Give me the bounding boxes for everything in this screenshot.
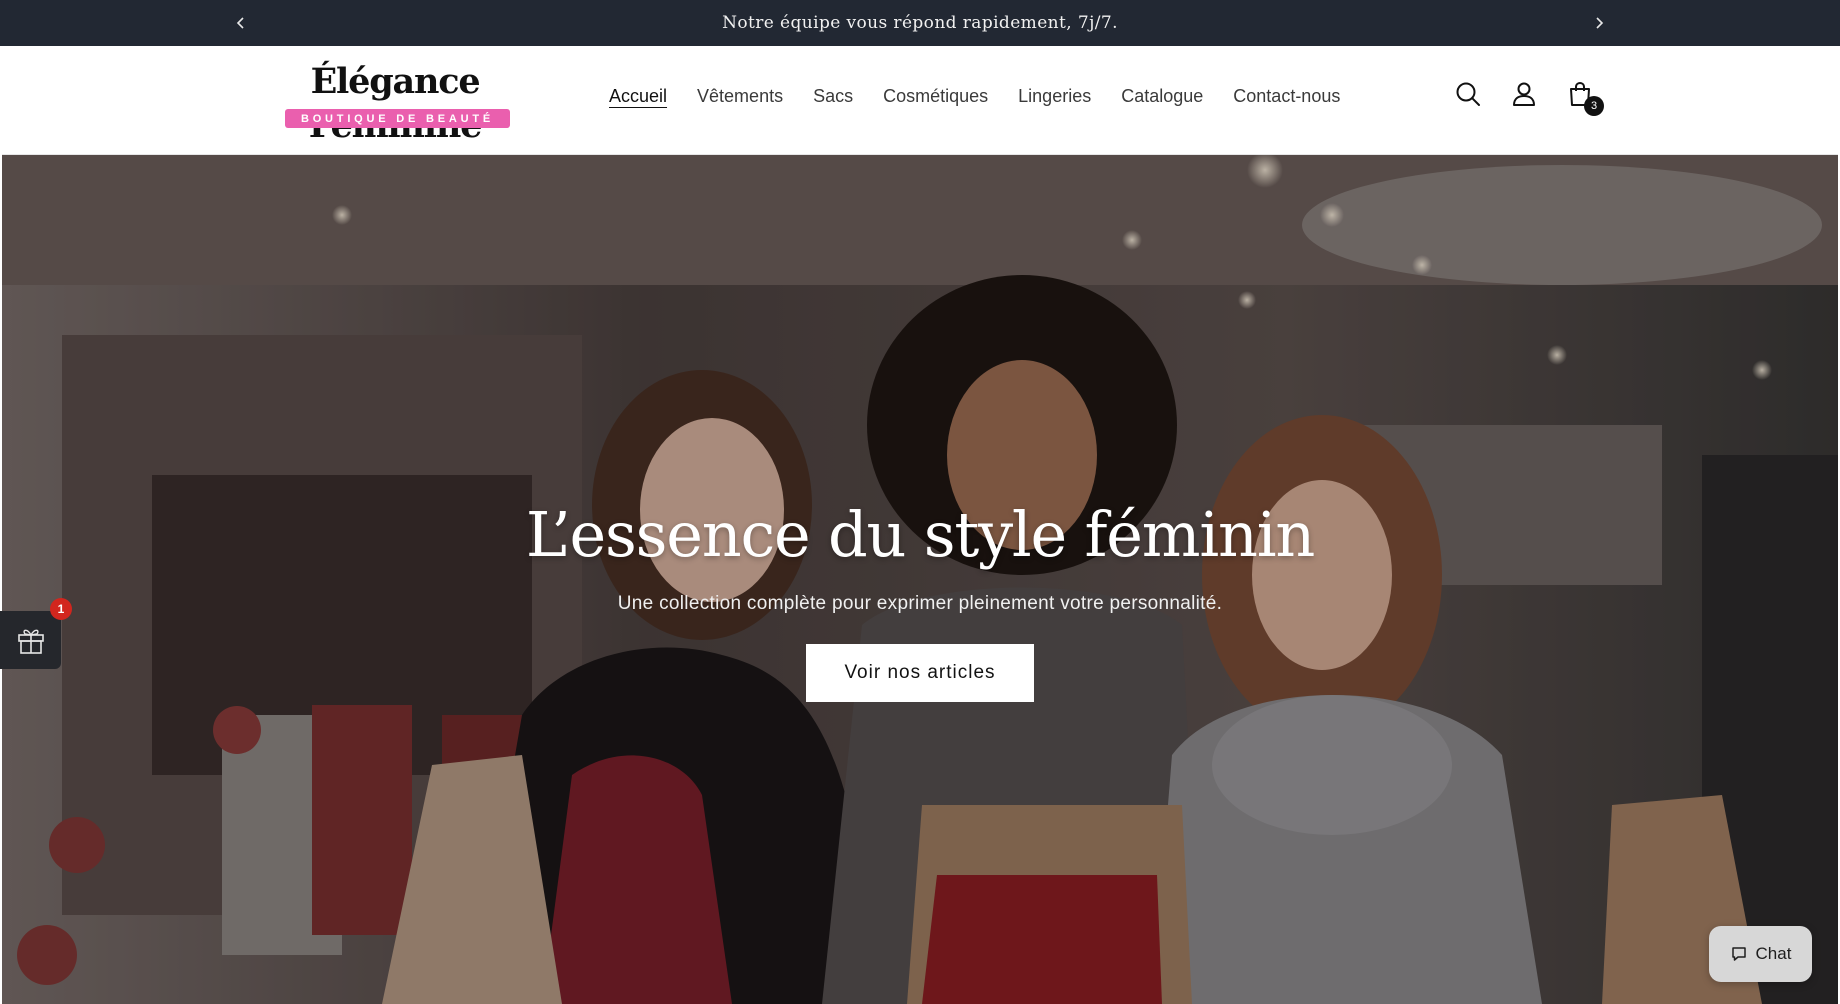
hero-content: L’essence du style féminin Une collectio… xyxy=(2,495,1838,702)
nav-item-sacs[interactable]: Sacs xyxy=(798,82,868,110)
gift-notification-badge: 1 xyxy=(50,598,72,620)
hero-title: L’essence du style féminin xyxy=(525,498,1315,571)
site-logo[interactable]: Élégance Féminine BOUTIQUE DE BEAUTÉ xyxy=(240,60,550,146)
chevron-right-icon xyxy=(1596,17,1604,29)
cart-count-badge: 3 xyxy=(1584,96,1604,116)
nav-item-contact[interactable]: Contact-nous xyxy=(1218,82,1355,110)
main-nav: Accueil Vêtements Sacs Cosmétiques Linge… xyxy=(594,46,1355,146)
search-button[interactable] xyxy=(1452,78,1484,110)
chat-label: Chat xyxy=(1755,944,1792,963)
gift-widget-button[interactable]: 1 xyxy=(0,598,72,669)
shop-articles-button[interactable]: Voir nos articles xyxy=(806,644,1034,702)
hero-banner: L’essence du style féminin Une collectio… xyxy=(2,155,1838,1004)
site-header: Élégance Féminine BOUTIQUE DE BEAUTÉ Acc… xyxy=(2,46,1838,155)
chat-button[interactable]: Chat xyxy=(1709,926,1812,982)
gift-icon xyxy=(17,629,44,654)
nav-item-lingeries[interactable]: Lingeries xyxy=(1003,82,1106,110)
account-icon xyxy=(1513,82,1535,106)
hero-subtitle: Une collection complète pour exprimer pl… xyxy=(617,593,1223,614)
cart-button[interactable]: 3 xyxy=(1564,78,1604,116)
announcement-next-button[interactable] xyxy=(1576,0,1622,46)
logo-title: Élégance Féminine xyxy=(309,61,483,146)
nav-item-cosmetiques[interactable]: Cosmétiques xyxy=(868,82,1003,110)
nav-item-accueil[interactable]: Accueil xyxy=(594,82,682,110)
account-button[interactable] xyxy=(1508,78,1540,110)
logo-tagline: BOUTIQUE DE BEAUTÉ xyxy=(285,109,510,128)
search-icon xyxy=(1456,82,1480,106)
announcement-text: Notre équipe vous répond rapidement, 7j/… xyxy=(722,13,1118,33)
announcement-bar: Notre équipe vous répond rapidement, 7j/… xyxy=(0,0,1840,46)
chat-bubble-icon xyxy=(1731,947,1746,961)
nav-item-catalogue[interactable]: Catalogue xyxy=(1106,82,1218,110)
announcement-prev-button[interactable] xyxy=(218,0,264,46)
nav-item-vetements[interactable]: Vêtements xyxy=(682,82,798,110)
chevron-left-icon xyxy=(236,17,244,29)
header-icons: 3 xyxy=(1452,74,1604,116)
